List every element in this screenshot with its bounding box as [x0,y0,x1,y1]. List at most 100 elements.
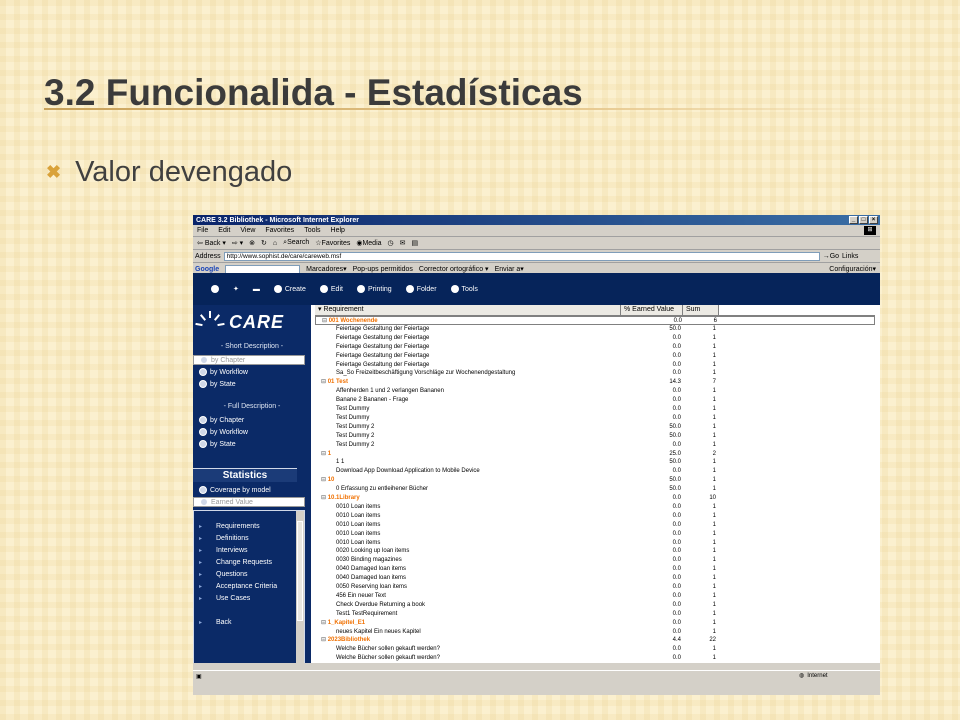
table-row[interactable]: neues Kapitel Ein neues Kapitel 0.0 1 [315,628,875,637]
table-row[interactable]: Sa_So Freizeitbeschäftigung Vorschläge z… [315,369,875,378]
close-button[interactable]: × [869,216,878,224]
cell-earned-value: 50.0 [669,477,681,484]
forward-button[interactable]: ⇨ ▾ [232,239,243,247]
cell-sum: 1 [712,521,716,528]
short-by-state[interactable]: by State [199,379,305,389]
address-input[interactable]: http://www.sophist.de/care/careweb.msf [223,251,820,261]
table-row[interactable]: Welche Bücher sollen gekauft werden? 0.0 1 [315,654,875,663]
menu-interviews[interactable]: Interviews [199,547,247,554]
table-row[interactable]: 0020 Looking up loan items 0.0 1 [315,547,875,556]
folder-button[interactable]: Folder [405,285,437,293]
table-row[interactable]: Feiertage Gestaltung der Feiertage 0.0 1 [315,334,875,343]
table-row[interactable]: 0030 Binding magazines 0.0 1 [315,556,875,565]
table-row[interactable]: Feiertage Gestaltung der Feiertage 0.0 1 [315,343,875,352]
tool-b-icon[interactable]: ▬ [253,286,260,293]
table-row[interactable]: 0010 Loan items 0.0 1 [315,530,875,539]
table-row[interactable]: 0010 Loan items 0.0 1 [315,503,875,512]
menu-requirements[interactable]: Requirements [199,523,259,530]
horizontal-scrollbar[interactable] [193,663,880,670]
create-button[interactable]: Create [273,285,306,293]
table-row[interactable]: Feiertage Gestaltung der Feiertage 0.0 1 [315,361,875,370]
short-by-chapter[interactable]: by Chapter [193,355,305,365]
favorites-button[interactable]: ☆Favorites [315,239,350,247]
table-row[interactable]: Test Dummy 0.0 1 [315,405,875,414]
google-send-to[interactable]: Enviar a▾ [495,265,524,273]
menu-favorites[interactable]: Favorites [265,227,294,234]
table-row[interactable]: 0010 Loan items 0.0 1 [315,512,875,521]
table-row[interactable]: 0 Erfassung zu entleihener Bücher 50.0 1 [315,485,875,494]
table-group-row[interactable]: 125.02 [315,450,875,459]
short-by-workflow[interactable]: by Workflow [199,367,305,377]
maximize-button[interactable]: □ [859,216,868,224]
google-settings[interactable]: Configuración▾ [829,265,876,273]
table-row[interactable]: 1 1 50.0 1 [315,458,875,467]
table-group-row[interactable]: 10 50.0 1 [315,476,875,485]
printing-button[interactable]: Printing [356,285,392,293]
table-row[interactable]: Test Dummy 2 0.0 1 [315,441,875,450]
table-row[interactable]: 456 Ein neuer Text 0.0 1 [315,592,875,601]
header-sum[interactable]: Sum [683,305,719,315]
table-row[interactable]: Test Dummy 2 50.0 1 [315,432,875,441]
table-row[interactable]: Banane 2 Bananen - Frage 0.0 1 [315,396,875,405]
home-icon[interactable]: ⌂ [273,240,277,247]
menu-view[interactable]: View [240,227,255,234]
full-by-chapter[interactable]: by Chapter [199,415,305,425]
table-row[interactable]: Download App Download Application to Mob… [315,467,875,476]
menu-file[interactable]: File [197,227,208,234]
menu-edit[interactable]: Edit [218,227,230,234]
table-row[interactable]: 0040 Damaged loan items 0.0 1 [315,565,875,574]
refresh-tool-icon[interactable] [211,285,219,293]
table-row[interactable]: Feiertage Gestaltung der Feiertage 50.0 1 [315,325,875,334]
table-row[interactable]: Test Dummy 2 50.0 1 [315,423,875,432]
google-bookmarks[interactable]: Marcadores▾ [306,265,346,273]
left-scrollbar-thumb[interactable] [297,521,303,621]
table-row[interactable]: 0050 Reserving loan items 0.0 1 [315,583,875,592]
table-group-row[interactable]: 10.1Library 0.0 10 [315,494,875,503]
go-button[interactable]: →Go [823,253,839,260]
minimize-button[interactable]: _ [849,216,858,224]
menu-help[interactable]: Help [331,227,345,234]
table-row[interactable]: Affenherden 1 und 2 verlangen Bananen 0.0… [315,387,875,396]
table-row[interactable]: Test Dummy 0.0 1 [315,414,875,423]
full-by-workflow[interactable]: by Workflow [199,427,305,437]
print-icon[interactable]: ▤ [412,239,419,247]
menu-back[interactable]: Back [199,619,231,626]
menu-use-cases[interactable]: Use Cases [199,595,250,602]
menu-questions[interactable]: Questions [199,571,247,578]
menu-definitions[interactable]: Definitions [199,535,249,542]
table-row[interactable]: Check Overdue Returning a book 0.0 1 [315,601,875,610]
menu-acceptance-criteria[interactable]: Acceptance Criteria [199,583,277,590]
search-button[interactable]: ⌕Search [283,239,309,247]
tools-button[interactable]: Tools [450,285,478,293]
table-row[interactable]: 0010 Loan items 0.0 1 [315,521,875,530]
stop-icon[interactable]: ⊗ [249,239,255,247]
refresh-icon[interactable]: ↻ [261,239,267,247]
cell-sum: 1 [712,397,716,404]
table-row[interactable]: Feiertage Gestaltung der Feiertage 0.0 1 [315,352,875,361]
table-row[interactable]: Test1 TestRequirement 0.0 1 [315,610,875,619]
edit-button[interactable]: Edit [319,285,343,293]
mail-icon[interactable]: ✉ [400,239,406,247]
stat-coverage-by-model[interactable]: Coverage by model [199,485,305,495]
table-row[interactable]: Welche Bücher sollen gekauft werden? 0.0 1 [315,645,875,654]
menu-change-requests[interactable]: Change Requests [199,559,272,566]
back-button[interactable]: ⇦ Back ▾ [197,239,226,247]
table-group-row[interactable]: 2023Bibliothek 4.4 22 [315,636,875,645]
history-icon[interactable]: ◷ [388,239,394,247]
left-scrollbar[interactable] [296,511,304,669]
table-group-row[interactable]: 01 Test 14.3 7 [315,378,875,387]
table-row[interactable]: 0010 Loan items 0.0 1 [315,539,875,548]
stat-earned-value[interactable]: Earned Value [193,497,305,507]
media-button[interactable]: ◉Media [356,239,381,247]
menu-tools[interactable]: Tools [304,227,320,234]
table-row[interactable]: 0040 Damaged loan items 0.0 1 [315,574,875,583]
table-group-row[interactable]: 1_Kapitel_E1 0.0 1 [315,619,875,628]
tool-a-icon[interactable]: ✦ [233,285,239,293]
table-group-row[interactable]: 001 Wochenende 0.0 6 [315,316,875,325]
google-popups[interactable]: Pop-ups permitidos [353,266,413,273]
header-requirement[interactable]: ▾ Requirement [315,305,621,315]
full-by-state[interactable]: by State [199,439,305,449]
header-earned-value[interactable]: % Earned Value [621,305,683,315]
links-button[interactable]: Links [842,253,858,260]
google-spellcheck[interactable]: Corrector ortográfico ▾ [419,265,489,273]
